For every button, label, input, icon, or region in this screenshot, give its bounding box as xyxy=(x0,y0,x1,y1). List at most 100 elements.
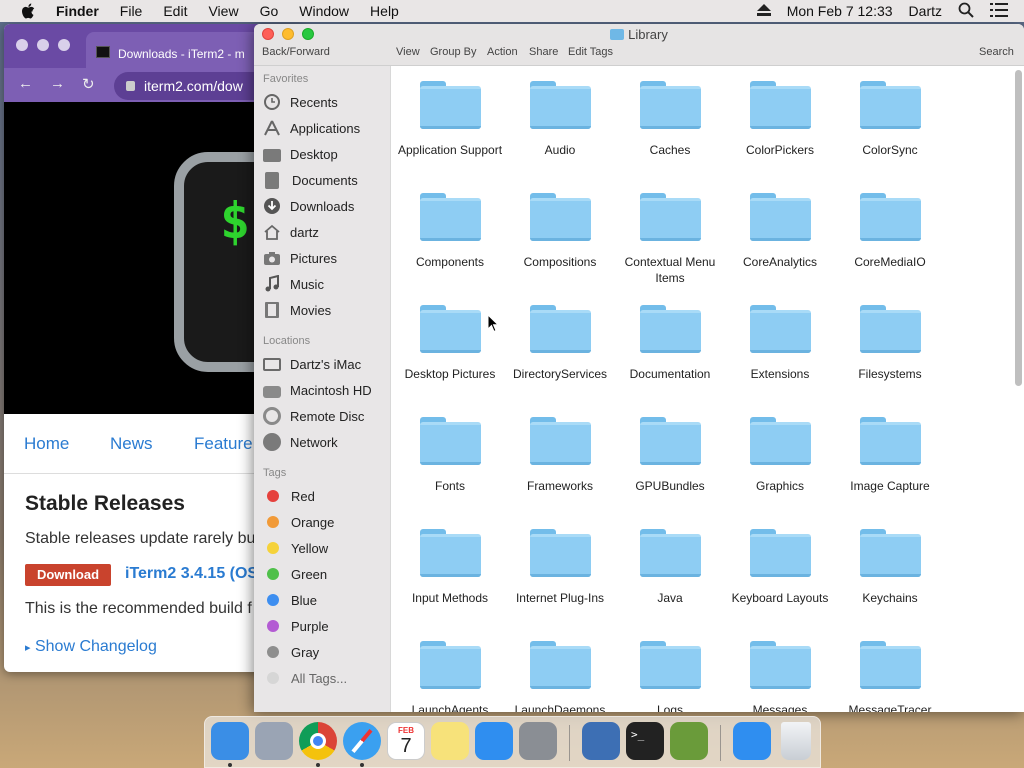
folder-item[interactable]: Application Support xyxy=(395,81,505,158)
finder-icon[interactable] xyxy=(211,722,249,760)
folder-item[interactable]: Logs xyxy=(615,641,725,712)
zoom-icon[interactable] xyxy=(58,39,70,51)
folder-icon xyxy=(419,529,481,577)
forward-arrow-icon[interactable]: → xyxy=(50,75,65,92)
folder-item[interactable]: Input Methods xyxy=(395,529,505,606)
notes-icon[interactable] xyxy=(431,722,469,760)
logo-prompt: $ xyxy=(220,192,251,250)
menu-file[interactable]: File xyxy=(120,3,143,19)
folder-item[interactable]: Keychains xyxy=(835,529,945,606)
close-icon[interactable] xyxy=(16,39,28,51)
folder-item[interactable]: DirectoryServices xyxy=(505,305,615,382)
folder-item[interactable]: Extensions xyxy=(725,305,835,382)
minimize-icon[interactable] xyxy=(37,39,49,51)
sidebar-item-network[interactable]: Network xyxy=(263,431,338,453)
control-center-icon[interactable] xyxy=(990,2,1008,20)
folder-item[interactable]: Documentation xyxy=(615,305,725,382)
folder-item[interactable]: CoreAnalytics xyxy=(725,193,835,270)
terminal-icon[interactable]: >_ xyxy=(626,722,664,760)
tag-green[interactable]: Green xyxy=(263,563,327,585)
sidebar-item-desktop[interactable]: Desktop xyxy=(263,143,338,165)
download-icon xyxy=(263,197,281,215)
sidebar-item-macintosh-hd[interactable]: Macintosh HD xyxy=(263,379,372,401)
launchpad-icon[interactable] xyxy=(255,722,293,760)
reload-icon[interactable]: ↻ xyxy=(82,75,95,93)
tag-red[interactable]: Red xyxy=(263,485,315,507)
folder-item[interactable]: Graphics xyxy=(725,417,835,494)
folder-item[interactable]: Audio xyxy=(505,81,615,158)
tag-blue[interactable]: Blue xyxy=(263,589,317,611)
apple-menu-icon[interactable] xyxy=(21,3,35,19)
tag-gray[interactable]: Gray xyxy=(263,641,319,663)
folder-item[interactable]: ColorPickers xyxy=(725,81,835,158)
menu-view[interactable]: View xyxy=(208,3,238,19)
folder-item[interactable]: Keyboard Layouts xyxy=(725,529,835,606)
edit-tags-button[interactable]: Edit Tags xyxy=(568,46,613,58)
folder-item[interactable]: Java xyxy=(615,529,725,606)
menu-window[interactable]: Window xyxy=(299,3,349,19)
release-link[interactable]: iTerm2 3.4.15 (OS xyxy=(125,565,258,583)
folder-item[interactable]: Caches xyxy=(615,81,725,158)
folder-item[interactable]: Fonts xyxy=(395,417,505,494)
back-forward-button[interactable]: Back/Forward xyxy=(262,46,330,58)
folder-item[interactable]: Messages xyxy=(725,641,835,712)
menu-app-name[interactable]: Finder xyxy=(56,3,99,19)
tag-all-tags[interactable]: All Tags... xyxy=(263,667,347,689)
nav-home-link[interactable]: Home xyxy=(24,434,69,454)
folder-item[interactable]: Frameworks xyxy=(505,417,615,494)
folder-item[interactable]: Image Capture xyxy=(835,417,945,494)
user-name[interactable]: Dartz xyxy=(909,3,942,19)
folder-item[interactable]: MessageTracer xyxy=(835,641,945,712)
share-button[interactable]: Share xyxy=(529,46,558,58)
vertical-scrollbar[interactable] xyxy=(1015,70,1022,386)
nav-features-link[interactable]: Feature xyxy=(194,434,253,454)
safari-icon[interactable] xyxy=(343,722,381,760)
sidebar-item-documents[interactable]: Documents xyxy=(263,169,358,191)
folder-item[interactable]: LaunchAgents xyxy=(395,641,505,712)
sidebar-item-downloads[interactable]: Downloads xyxy=(263,195,354,217)
back-arrow-icon[interactable]: ← xyxy=(18,75,33,92)
action-button[interactable]: Action xyxy=(487,46,518,58)
menu-go[interactable]: Go xyxy=(260,3,279,19)
spotlight-search-icon[interactable] xyxy=(958,2,974,21)
search-button[interactable]: Search xyxy=(979,46,1014,58)
system-preferences-icon[interactable] xyxy=(519,722,557,760)
view-button[interactable]: View xyxy=(396,46,420,58)
sidebar-item-recents[interactable]: Recents xyxy=(263,91,338,113)
sidebar-item-music[interactable]: Music xyxy=(263,273,324,295)
sidebar-item-home[interactable]: dartz xyxy=(263,221,319,243)
folder-item[interactable]: Contextual Menu Items xyxy=(615,193,725,286)
nav-news-link[interactable]: News xyxy=(110,434,153,454)
menu-help[interactable]: Help xyxy=(370,3,399,19)
group-by-button[interactable]: Group By xyxy=(430,46,476,58)
folder-item[interactable]: LaunchDaemons xyxy=(505,641,615,712)
folder-item[interactable]: Filesystems xyxy=(835,305,945,382)
folder-item[interactable]: GPUBundles xyxy=(615,417,725,494)
browser-tab-title: Downloads - iTerm2 - m xyxy=(118,47,245,61)
folder-item[interactable]: ColorSync xyxy=(835,81,945,158)
trash-icon[interactable] xyxy=(781,722,811,760)
sidebar-item-movies[interactable]: Movies xyxy=(263,299,331,321)
eject-icon[interactable] xyxy=(756,3,771,19)
tag-yellow[interactable]: Yellow xyxy=(263,537,328,559)
minecraft-icon[interactable] xyxy=(670,722,708,760)
folder-item[interactable]: Internet Plug-Ins xyxy=(505,529,615,606)
tag-purple[interactable]: Purple xyxy=(263,615,329,637)
sidebar-item-pictures[interactable]: Pictures xyxy=(263,247,337,269)
sidebar-item-label: Network xyxy=(290,434,338,450)
sidebar-item-remote-disc[interactable]: Remote Disc xyxy=(263,405,364,427)
calendar-icon[interactable]: FEB 7 xyxy=(387,722,425,760)
clock[interactable]: Mon Feb 7 12:33 xyxy=(787,3,893,19)
chrome-icon[interactable] xyxy=(299,722,337,760)
sidebar-item-applications[interactable]: Applications xyxy=(263,117,360,139)
app-store-icon[interactable] xyxy=(475,722,513,760)
folder-item[interactable]: CoreMediaIO xyxy=(835,193,945,270)
sidebar-item-imac[interactable]: Dartz's iMac xyxy=(263,353,361,375)
menu-edit[interactable]: Edit xyxy=(163,3,187,19)
download-button[interactable]: Download xyxy=(25,564,111,586)
virtualbox-icon[interactable] xyxy=(582,722,620,760)
tag-orange[interactable]: Orange xyxy=(263,511,334,533)
app-store-download-icon[interactable] xyxy=(733,722,771,760)
folder-item[interactable]: Compositions xyxy=(505,193,615,270)
folder-item[interactable]: Components xyxy=(395,193,505,270)
